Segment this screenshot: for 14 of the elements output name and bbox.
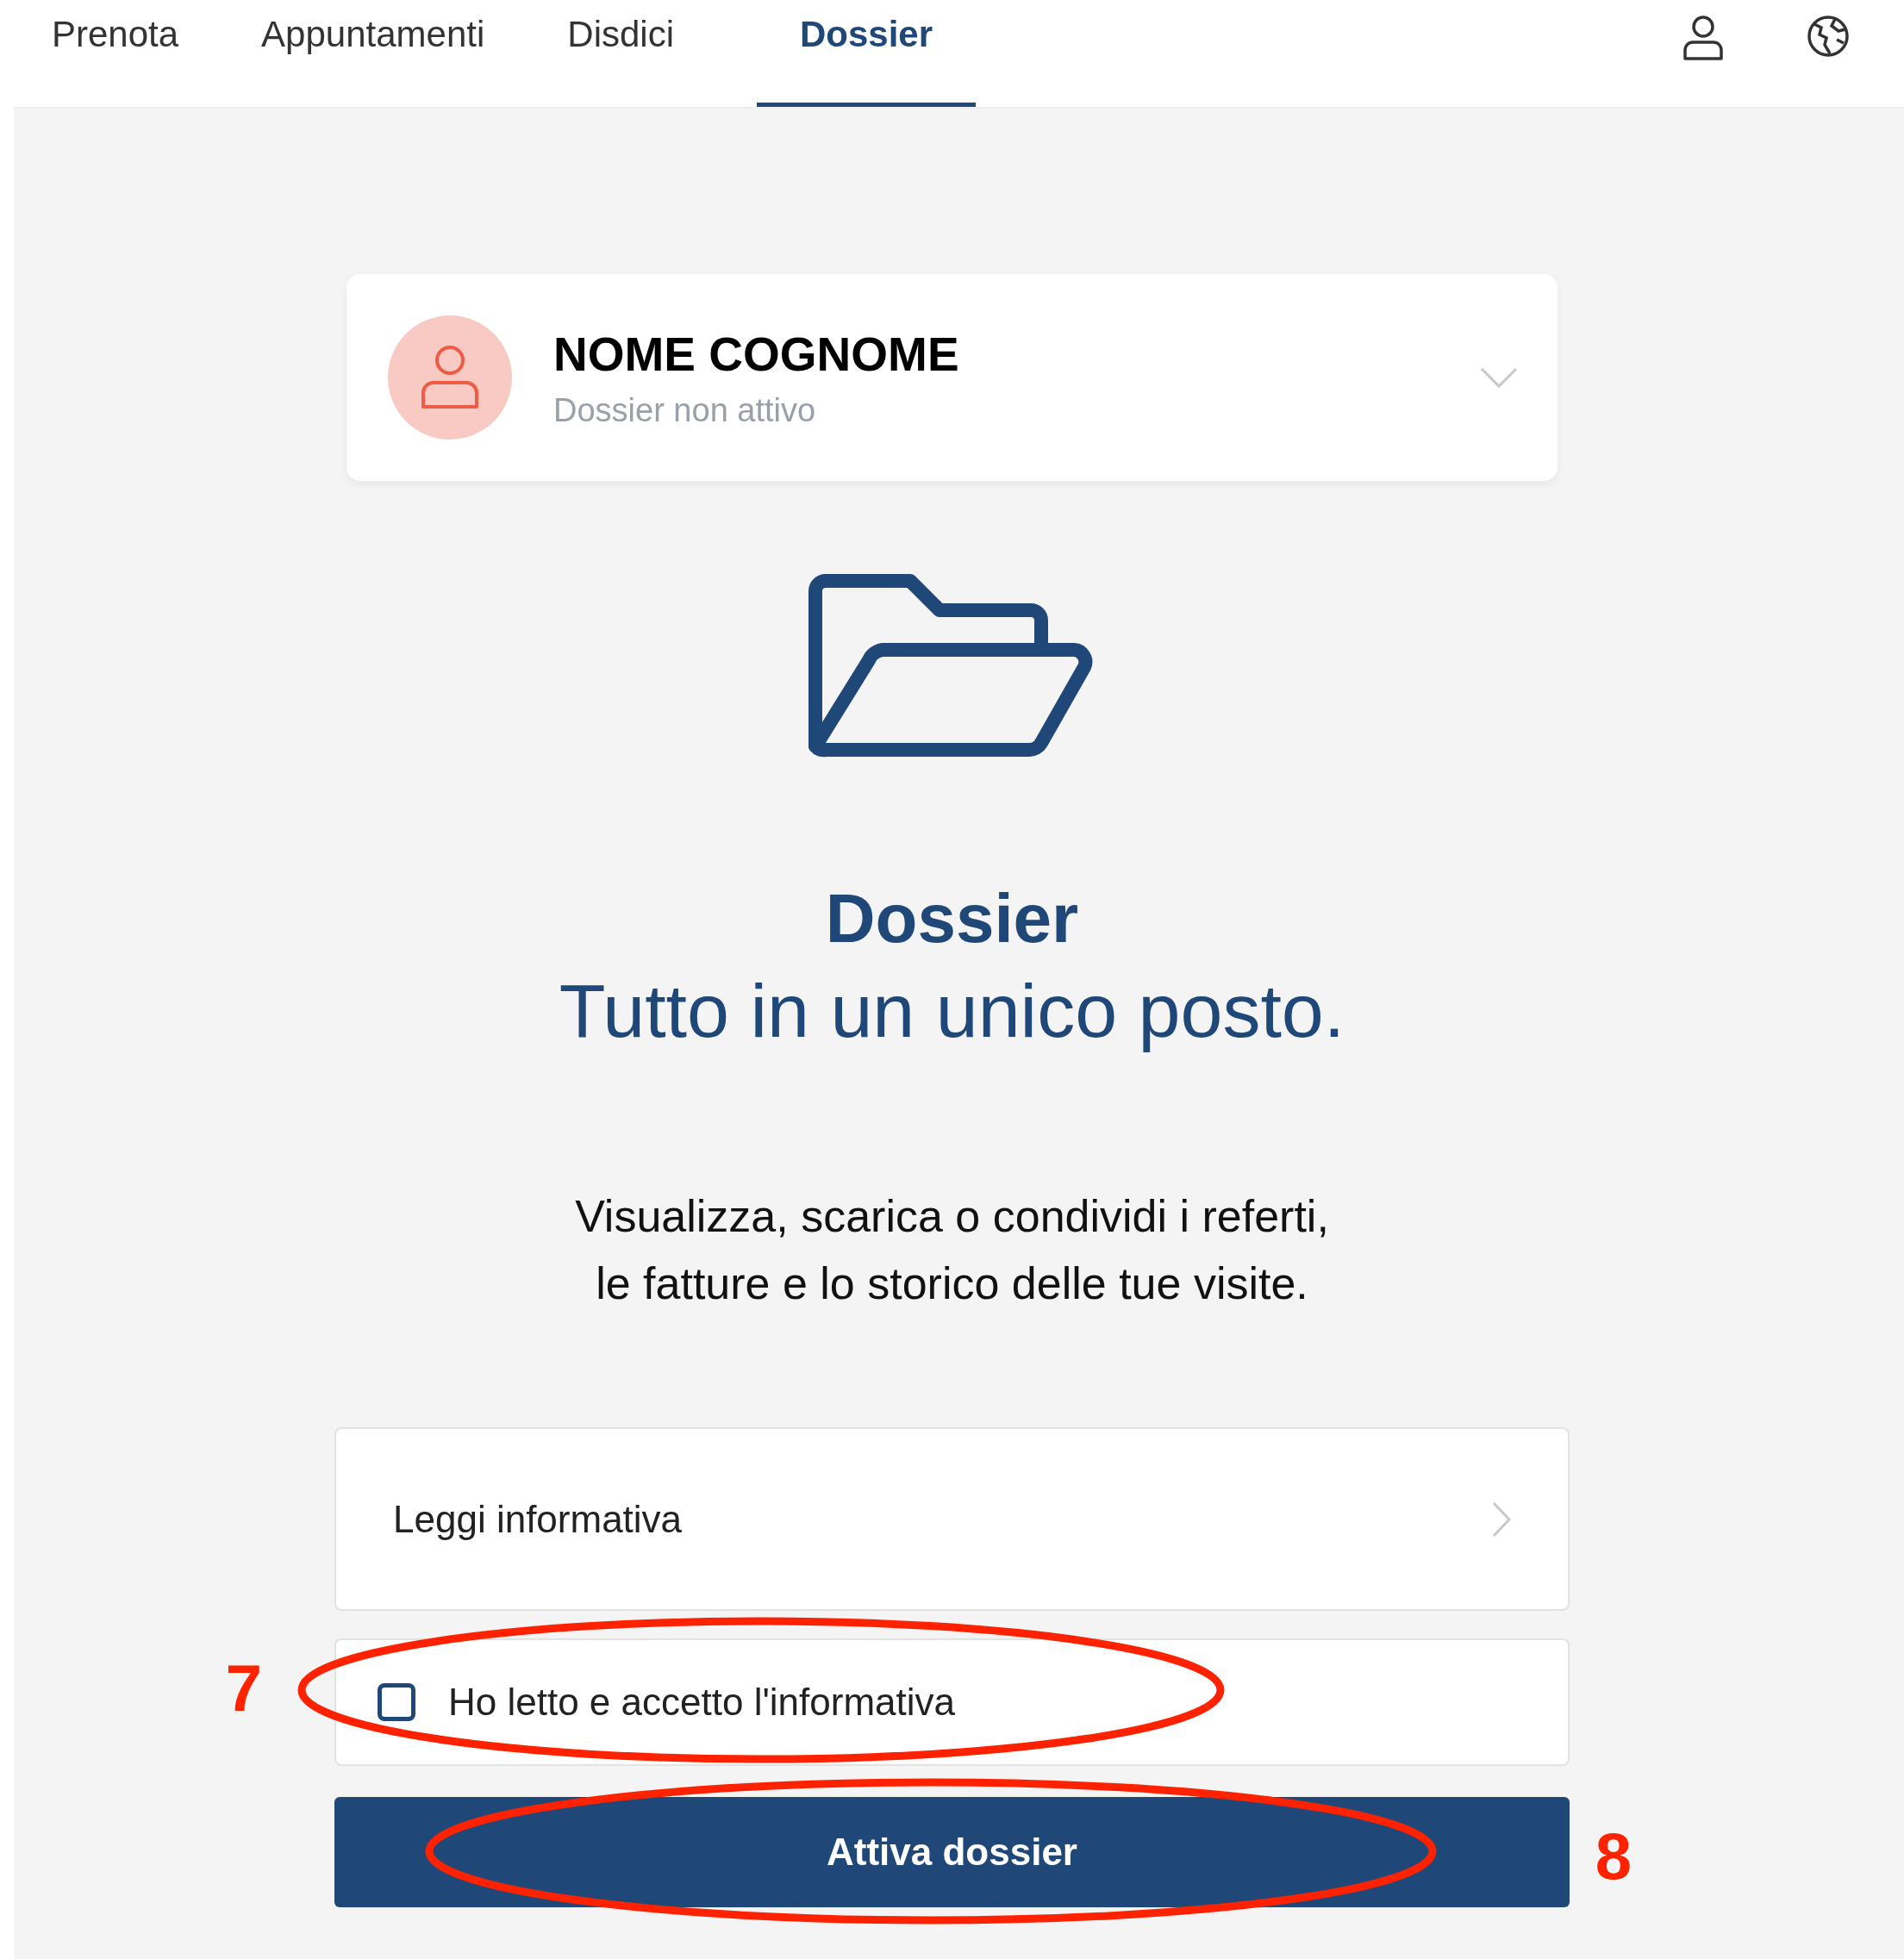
activate-dossier-button[interactable]: Attiva dossier [334,1797,1570,1907]
nav-tab[interactable]: Prenota [52,0,262,107]
profile-card[interactable]: NOME COGNOME Dossier non attivo [346,274,1558,481]
annotation-number: 7 [225,1651,263,1725]
annotation-number: 8 [1595,1819,1632,1893]
nav-tab[interactable]: Appuntamenti [261,0,568,107]
description-text: Visualizza, scarica o condividi i referti, le fatture e lo storico delle tue visite. [575,1190,1329,1310]
consent-label: Ho letto e accetto l'informativa [448,1681,955,1724]
read-policy-link[interactable]: Leggi informativa [334,1427,1570,1611]
section-title: Dossier [825,879,1079,958]
dossier-status: Dossier non attivo [553,391,817,429]
section-subtitle: Tutto in un unico posto. [559,967,1345,1055]
nav-tab[interactable]: Disdici [567,0,757,107]
patient-name: NOME COGNOME [553,326,960,382]
